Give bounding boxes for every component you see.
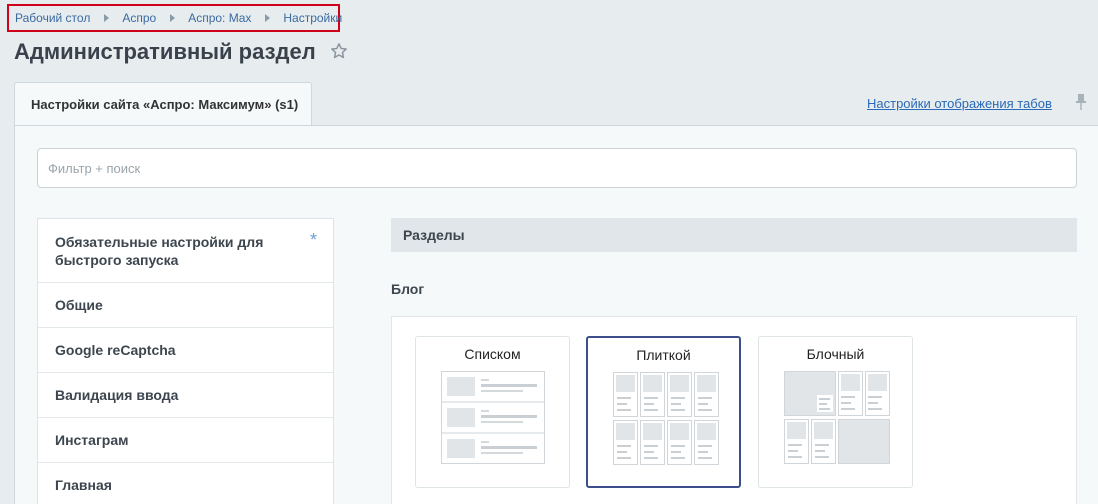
breadcrumb-item-aspro-max[interactable]: Аспро: Max bbox=[188, 11, 251, 25]
option-label: Списком bbox=[464, 346, 521, 362]
sidebar-item-quick-start[interactable]: Обязательные настройки для быстрого запу… bbox=[38, 219, 333, 283]
sidebar-item-input-validation[interactable]: Валидация ввода bbox=[38, 373, 333, 418]
blog-view-options: Списком Плиткой Блочный bbox=[391, 316, 1077, 504]
view-option-list[interactable]: Списком bbox=[415, 336, 570, 488]
page-title-text: Административный раздел bbox=[14, 39, 316, 64]
breadcrumb-chevron-icon bbox=[104, 14, 110, 22]
sidebar-item-label: Валидация ввода bbox=[55, 387, 179, 403]
tab-site-settings[interactable]: Настройки сайта «Аспро: Максимум» (s1) bbox=[14, 82, 312, 126]
sidebar-item-label: Инстаграм bbox=[55, 432, 129, 448]
star-icon[interactable] bbox=[330, 40, 348, 66]
sections-header: Разделы bbox=[391, 218, 1077, 252]
breadcrumb: Рабочий стол Аспро Аспро: Max Настройки bbox=[7, 4, 342, 32]
sidebar-item-label: Главная bbox=[55, 477, 112, 493]
sidebar-item-label: Обязательные настройки для быстрого запу… bbox=[55, 233, 264, 268]
breadcrumb-chevron-icon bbox=[170, 14, 176, 22]
breadcrumb-chevron-icon bbox=[265, 14, 271, 22]
tab-display-settings-link[interactable]: Настройки отображения табов bbox=[867, 96, 1052, 111]
filter-search-input[interactable] bbox=[37, 148, 1077, 188]
settings-panel: Обязательные настройки для быстрого запу… bbox=[14, 125, 1098, 504]
sidebar-item-recaptcha[interactable]: Google reCaptcha bbox=[38, 328, 333, 373]
blog-group-label: Блог bbox=[391, 281, 425, 297]
sidebar-item-label: Google reCaptcha bbox=[55, 342, 176, 358]
breadcrumb-item-aspro[interactable]: Аспро bbox=[122, 11, 156, 25]
list-layout-preview-icon bbox=[441, 371, 545, 464]
sidebar-item-general[interactable]: Общие bbox=[38, 283, 333, 328]
view-option-tile[interactable]: Плиткой bbox=[586, 336, 741, 488]
required-marker: * bbox=[309, 230, 317, 250]
view-option-block[interactable]: Блочный bbox=[758, 336, 913, 488]
breadcrumb-item-settings[interactable]: Настройки bbox=[283, 11, 342, 25]
pin-icon[interactable] bbox=[1075, 94, 1087, 115]
breadcrumb-item-desktop[interactable]: Рабочий стол bbox=[15, 11, 90, 25]
sidebar-item-instagram[interactable]: Инстаграм bbox=[38, 418, 333, 463]
tab-bar: Настройки сайта «Аспро: Максимум» (s1) Н… bbox=[14, 82, 1098, 126]
sidebar-item-label: Общие bbox=[55, 297, 103, 313]
page-title: Административный раздел bbox=[14, 38, 348, 66]
settings-sidebar: Обязательные настройки для быстрого запу… bbox=[37, 218, 334, 504]
option-label: Блочный bbox=[806, 346, 865, 362]
option-label: Плиткой bbox=[636, 347, 691, 363]
tile-layout-preview-icon bbox=[613, 372, 719, 465]
sidebar-item-main[interactable]: Главная bbox=[38, 463, 333, 504]
block-layout-preview-icon bbox=[784, 371, 890, 464]
